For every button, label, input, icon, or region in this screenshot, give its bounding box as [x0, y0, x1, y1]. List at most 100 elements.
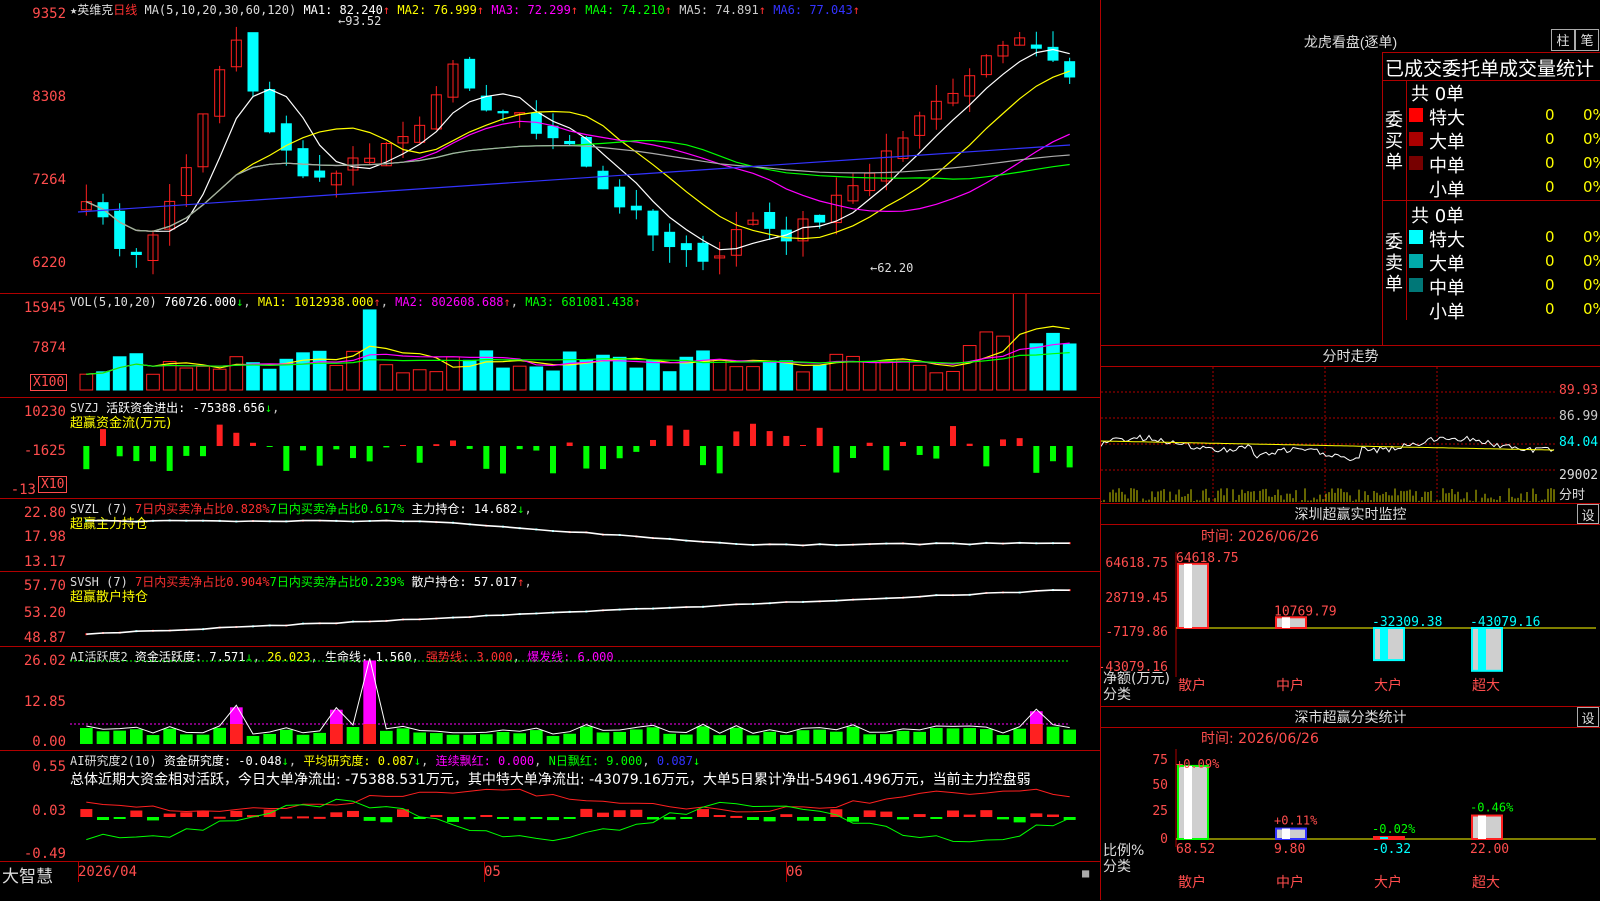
vol-bar	[712, 359, 727, 391]
ai-active-bar	[896, 730, 910, 744]
lhb-header: 已成交委托单成交量统计	[1385, 58, 1595, 80]
ai-active-bar	[513, 733, 526, 744]
svzj-bar	[616, 446, 623, 459]
order-count: 0	[1545, 178, 1555, 196]
ai-research-axis-1: 0.55	[32, 759, 66, 775]
ai-research-bar	[163, 813, 176, 817]
vol-multiplier: X100	[30, 374, 68, 391]
bar-change-label: -0.02%	[1372, 822, 1416, 836]
svzj-chart[interactable]	[70, 398, 1100, 498]
ai-research-bar	[180, 812, 193, 817]
kline-candle	[764, 211, 776, 229]
kline-candle	[664, 231, 676, 248]
time-axis: 大智慧 2026/04 05 06 ■	[0, 862, 1100, 900]
ai-active-bar	[930, 727, 943, 744]
kline-candle	[264, 89, 276, 133]
ai-research-bar	[697, 809, 709, 817]
order-row: 中单 0 0%	[1409, 274, 1600, 299]
vol-bar	[812, 364, 827, 391]
ai-research-chart[interactable]	[70, 751, 1100, 861]
svzj-bar	[333, 446, 340, 450]
fenshi-axis-4: 29002	[1559, 468, 1599, 483]
order-percent: 0%	[1583, 106, 1600, 124]
ai-research-bar	[213, 816, 226, 819]
ai-active-bar	[1046, 726, 1060, 744]
vol-bar	[946, 370, 960, 391]
ai-active-bar	[430, 733, 443, 744]
vol-ma1-line	[86, 325, 1070, 375]
time-label-3: 06	[786, 864, 803, 880]
vol-bar	[79, 373, 94, 391]
lhb-bar-button[interactable]: 柱	[1551, 29, 1575, 51]
vol-ma2-line	[86, 342, 1070, 375]
category-bar-highlight	[1282, 828, 1290, 839]
svzj-bar	[583, 446, 590, 469]
order-percent: 0%	[1583, 130, 1600, 148]
svsh-chart[interactable]	[70, 572, 1100, 646]
kline-candle	[480, 95, 492, 111]
ai-research-bar	[580, 808, 593, 817]
kline-candle	[597, 170, 609, 190]
ai-research-panel[interactable]: AI研究度2(10) 资金研究度: -0.048↓, 平均研究度: 0.087↓…	[0, 751, 1100, 862]
bar-value-label: -43079.16	[1470, 615, 1540, 630]
kline-candle	[497, 111, 509, 114]
category-bar	[1471, 627, 1503, 672]
kline-panel[interactable]: ★英维克日线 MA(5,10,20,30,60,120) MA1: 82.240…	[0, 0, 1100, 294]
ai-active-bar	[646, 727, 660, 744]
ai-active-chart[interactable]	[70, 647, 1100, 750]
ai-active-bar	[213, 727, 226, 744]
svzl-panel[interactable]: SVZL (7) 7日内买卖净占比0.828%7日内买卖净占比0.617% 主力…	[0, 499, 1100, 572]
category-bar	[1373, 627, 1405, 662]
vol-panel[interactable]: VOL(5,10,20) 760726.000↓, MA1: 1012938.0…	[0, 294, 1100, 398]
ai-active-bar	[613, 731, 626, 744]
vol-bar	[446, 356, 460, 391]
sz-monitor-panel[interactable]: 深圳超赢实时监控 设 时间: 2026/06/26 64618.75 28719.…	[1101, 503, 1600, 706]
vol-bar	[429, 371, 444, 391]
svzj-bar	[966, 443, 973, 446]
order-percent: 0%	[1583, 300, 1600, 318]
fenshi-panel[interactable]: 分时走势 89.93 86.99 84.04 29002 分时	[1101, 345, 1600, 503]
kline-chart[interactable]	[70, 0, 1100, 293]
sz-class-panel[interactable]: 深市超赢分类统计 设 时间: 2026/06/26 75 50 25 0 68.52 +0…	[1101, 706, 1600, 901]
svsh-panel[interactable]: SVSH (7) 7日内买卖净占比0.904%7日内买卖净占比0.239% 散户…	[0, 572, 1100, 647]
svzj-bar	[916, 446, 923, 455]
ai-active-bar	[980, 729, 993, 744]
sz-class-chart[interactable]: 75 50 25 0 68.52 +0.09% 散户 9.80 +0.11% 中户 -0.32 -0.…	[1101, 707, 1600, 901]
ai-active-bar	[380, 730, 393, 744]
ai-active-bar	[780, 734, 793, 744]
bar-value-label: 64618.75	[1176, 551, 1239, 566]
ai-active-bar	[563, 733, 576, 744]
category-label: 中户	[1276, 874, 1304, 891]
ai-active-bar	[1013, 728, 1026, 744]
svzj-bar	[316, 446, 323, 466]
kline-axis-3: 7264	[32, 172, 66, 188]
vol-bar	[779, 360, 794, 391]
vol-axis-1: 15945	[23, 300, 66, 316]
ai-research-bar	[497, 817, 509, 819]
svzl-chart[interactable]	[70, 499, 1100, 571]
vol-chart[interactable]	[70, 294, 1100, 397]
sz-monitor-chart[interactable]: 64618.75 28719.45 -7179.86 -43079.16 64618.7…	[1101, 504, 1600, 706]
order-color-swatch	[1409, 132, 1423, 146]
svzj-panel[interactable]: SVZJ 活跃资金进出: -75388.656↓, 超赢资金流(万元) 1023…	[0, 398, 1100, 499]
ai-active-bar	[246, 735, 260, 744]
svzj-bar	[183, 446, 190, 456]
ai-active-bar	[846, 726, 860, 744]
ai-active-bar	[1063, 729, 1076, 744]
ai-active-panel[interactable]: AI活跃度2 资金活跃度: 7.571↓, 26.023, 生命线: 1.560…	[0, 647, 1100, 751]
vol-bar	[396, 372, 410, 391]
ai-active-bar	[663, 733, 676, 744]
ai-active-bar	[496, 732, 510, 744]
bar-value-label: 22.00	[1470, 842, 1509, 857]
ai-active-bar-base	[230, 724, 243, 744]
buy-total: 共 0单	[1411, 84, 1465, 105]
vol-bar	[179, 367, 194, 391]
lhb-tick-button[interactable]: 笔	[1575, 29, 1599, 51]
fenshi-chart[interactable]	[1101, 367, 1557, 502]
category-bar	[1275, 827, 1307, 841]
ai-active-bar	[446, 734, 460, 744]
svzj-bar	[466, 446, 473, 449]
svzj-bar	[883, 446, 890, 471]
ai-research-bar	[597, 812, 609, 817]
svzj-bar	[366, 446, 373, 462]
